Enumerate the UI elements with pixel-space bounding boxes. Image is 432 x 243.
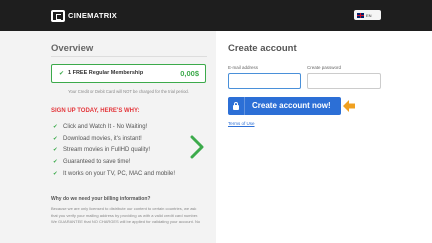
signup-heading: SIGN UP TODAY, HERE'S WHY:: [51, 108, 140, 114]
plan-name: 1 FREE Regular Membership: [68, 70, 144, 76]
top-bar: CINEMATRIX EN: [0, 0, 432, 31]
create-account-button[interactable]: Create account now!: [228, 97, 341, 115]
benefit-text: Stream movies in FullHD quality!: [63, 147, 151, 154]
brand-logo[interactable]: CINEMATRIX: [51, 9, 117, 22]
email-label: E-mail address: [228, 65, 259, 70]
uk-flag-icon: [357, 12, 364, 18]
chevron-right-icon: [190, 135, 204, 159]
benefit-text: Click and Watch It - No Waiting!: [63, 123, 148, 130]
language-code: EN: [366, 12, 372, 18]
benefit-text: Download movies, it's instant!: [63, 135, 142, 142]
overview-title: Overview: [51, 43, 94, 54]
benefit-text: Guaranteed to save time!: [63, 158, 131, 165]
divider: [51, 56, 207, 57]
create-account-panel: [216, 31, 432, 243]
check-icon: ✔: [53, 158, 58, 165]
list-item: ✔ Guaranteed to save time!: [53, 156, 193, 168]
check-icon: ✔: [53, 135, 58, 142]
password-field[interactable]: [307, 73, 381, 89]
arrow-left-icon: [343, 100, 355, 112]
email-field[interactable]: [228, 73, 301, 89]
terms-of-use-link[interactable]: Terms of Use: [228, 121, 255, 126]
benefit-text: It works on your TV, PC, MAC and mobile!: [63, 170, 176, 177]
cinematrix-logo-icon: [51, 9, 65, 22]
check-icon: ✔: [53, 123, 58, 130]
create-account-label: Create account now!: [252, 101, 331, 110]
lock-icon: [233, 102, 239, 110]
list-item: ✔ Click and Watch It - No Waiting!: [53, 121, 193, 133]
create-account-title: Create account: [228, 43, 297, 54]
plan-price: 0,00$: [180, 69, 199, 78]
button-separator: [244, 97, 245, 115]
password-label: Create password: [307, 65, 342, 70]
billing-note: Your Credit or Debit Card will NOT be ch…: [68, 89, 189, 94]
brand-name: CINEMATRIX: [68, 11, 118, 20]
check-icon: ✔: [59, 71, 65, 77]
list-item: ✔ Stream movies in FullHD quality!: [53, 144, 193, 156]
list-item: ✔ Download movies, it's instant!: [53, 133, 193, 145]
benefits-list: ✔ Click and Watch It - No Waiting! ✔ Downl…: [53, 121, 193, 179]
language-selector[interactable]: EN: [354, 10, 381, 20]
plan-summary: ✔ 1 FREE Regular Membership 0,00$: [51, 64, 206, 83]
billing-explanation: Because we are only licensed to distribu…: [51, 206, 201, 224]
list-item: ✔ It works on your TV, PC, MAC and mobile…: [53, 168, 193, 180]
check-icon: ✔: [53, 170, 58, 177]
billing-heading: Why do we need your billing information?: [51, 196, 151, 202]
check-icon: ✔: [53, 147, 58, 154]
